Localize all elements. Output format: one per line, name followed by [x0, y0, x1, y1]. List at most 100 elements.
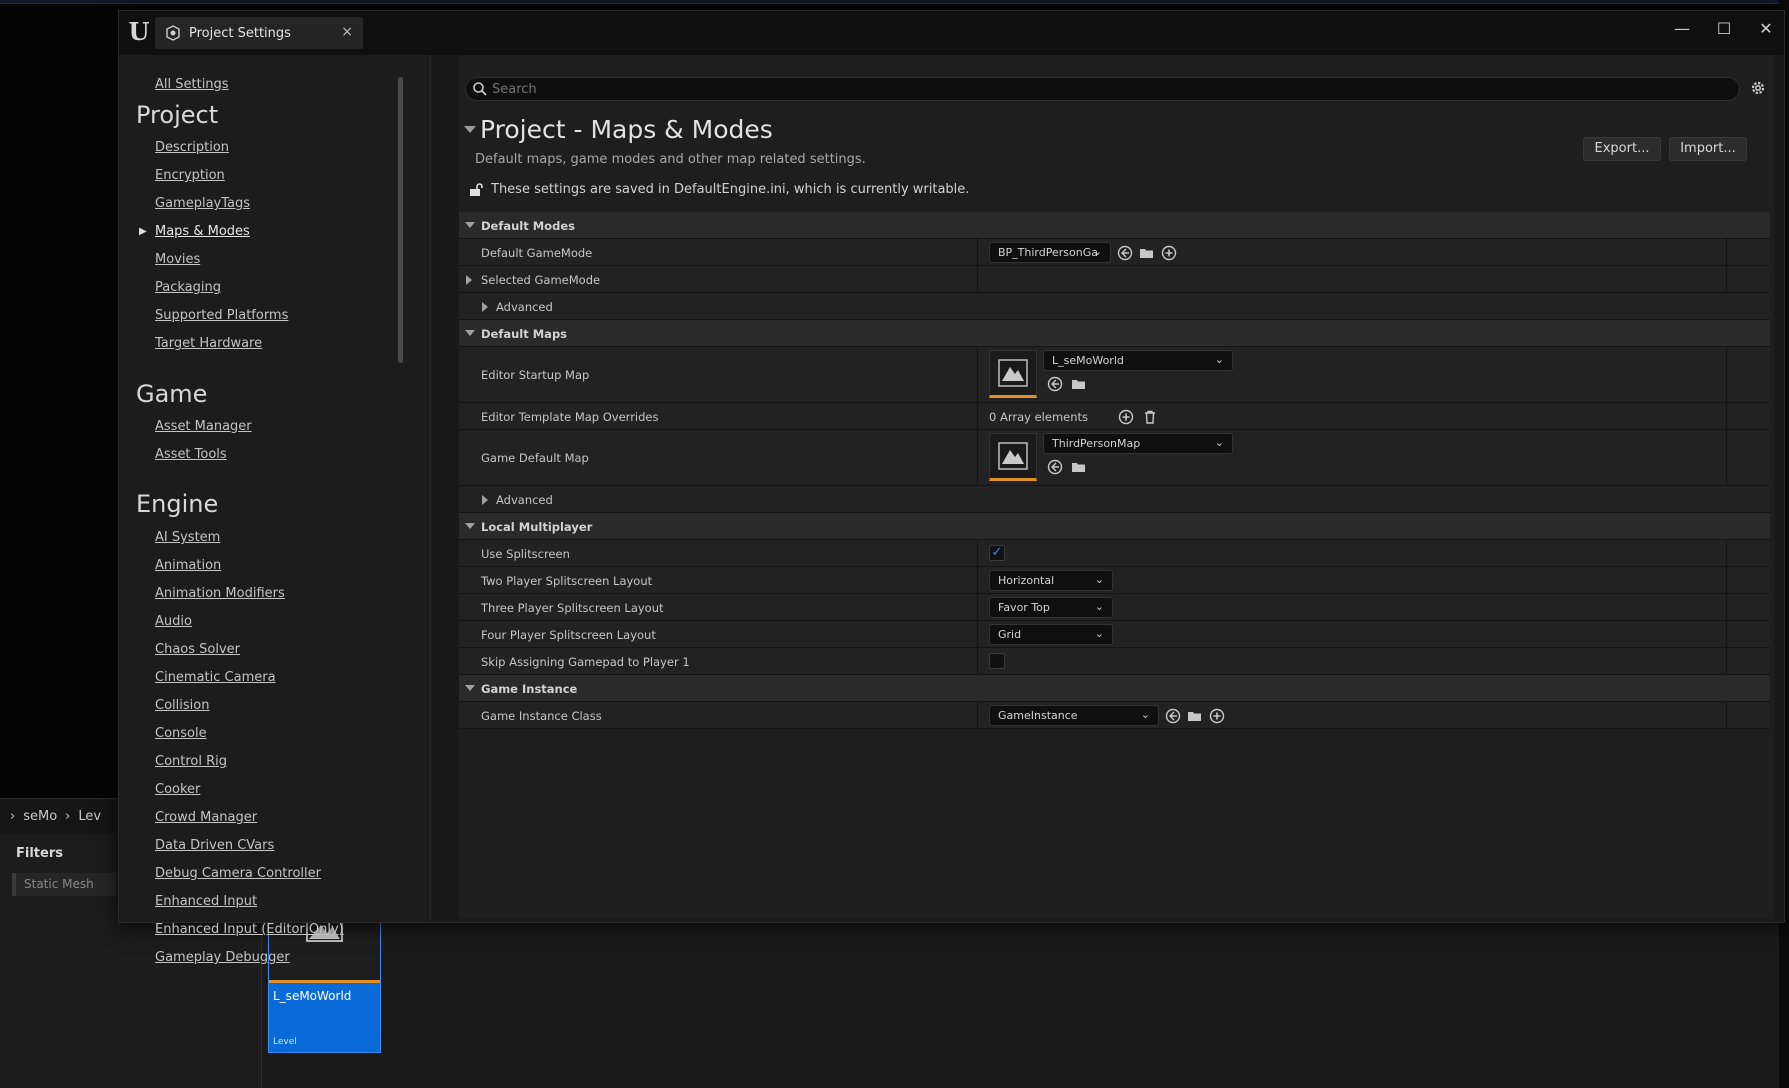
row-selected-gamemode[interactable]: Selected GameMode	[459, 266, 1770, 293]
breadcrumb-item[interactable]: Lev	[78, 809, 101, 824]
chevron-down-icon: ⌄	[1094, 600, 1104, 613]
tab-project-settings[interactable]: Project Settings ×	[155, 17, 363, 49]
sidebar-item-gameplay-debugger[interactable]: Gameplay Debugger	[155, 950, 290, 965]
add-icon[interactable]	[1161, 245, 1177, 261]
category-default-maps[interactable]: Default Maps	[459, 320, 1770, 347]
sidebar-item-animation-modifiers[interactable]: Animation Modifiers	[155, 586, 285, 601]
browse-folder-icon[interactable]	[1187, 708, 1203, 724]
breadcrumb-item[interactable]: seMo	[23, 809, 57, 824]
use-selected-icon[interactable]	[1047, 376, 1063, 392]
sidebar-item-supported-platforms[interactable]: Supported Platforms	[155, 308, 288, 323]
title-bar[interactable]: U Project Settings × — ☐ ✕	[119, 11, 1784, 55]
map-thumbnail-icon[interactable]	[989, 433, 1037, 481]
minimize-icon[interactable]: —	[1674, 19, 1690, 38]
sidebar-item-chaos-solver[interactable]: Chaos Solver	[155, 642, 240, 657]
row-label: Game Instance Class	[481, 709, 602, 723]
browse-folder-icon[interactable]	[1139, 245, 1155, 261]
writable-text: These settings are saved in DefaultEngin…	[491, 182, 970, 197]
sidebar-item-asset-manager[interactable]: Asset Manager	[155, 419, 252, 434]
sidebar-item-gameplaytags[interactable]: GameplayTags	[155, 196, 250, 211]
sidebar-item-audio[interactable]: Audio	[155, 614, 192, 629]
chevron-down-icon: ⌄	[1140, 708, 1150, 721]
value-cell	[989, 653, 1005, 669]
use-selected-icon[interactable]	[1047, 459, 1063, 475]
row-skip-gamepad: Skip Assigning Gamepad to Player 1	[459, 648, 1770, 675]
sidebar-scrollbar[interactable]	[398, 77, 403, 363]
sidebar-item-control-rig[interactable]: Control Rig	[155, 754, 227, 769]
close-window-icon[interactable]: ✕	[1758, 19, 1774, 38]
game-default-map-combo[interactable]: ThirdPersonMap ⌄	[1043, 433, 1233, 454]
four-player-layout-combo[interactable]: Grid ⌄	[989, 624, 1113, 645]
sidebar-item-encryption[interactable]: Encryption	[155, 168, 225, 183]
sidebar-item-packaging[interactable]: Packaging	[155, 280, 221, 295]
row-label: Use Splitscreen	[481, 547, 570, 561]
browse-folder-icon[interactable]	[1071, 459, 1087, 475]
sidebar-item-description[interactable]: Description	[155, 140, 229, 155]
close-tab-icon[interactable]: ×	[341, 24, 353, 40]
search-box[interactable]	[465, 77, 1740, 101]
category-label: Default Modes	[481, 219, 575, 233]
collapse-arrow-icon[interactable]	[465, 523, 475, 529]
three-player-layout-combo[interactable]: Favor Top ⌄	[989, 597, 1113, 618]
row-advanced-maps[interactable]: Advanced	[459, 486, 1770, 513]
filters-title: Filters	[16, 846, 63, 861]
category-game-instance[interactable]: Game Instance	[459, 675, 1770, 702]
category-label: Game Instance	[481, 682, 578, 696]
sidebar-item-asset-tools[interactable]: Asset Tools	[155, 447, 227, 462]
add-element-icon[interactable]	[1118, 409, 1134, 425]
import-button[interactable]: Import...	[1669, 137, 1747, 161]
expand-arrow-icon[interactable]	[466, 275, 472, 285]
value-cell: Favor Top ⌄	[989, 597, 1113, 618]
use-selected-icon[interactable]	[1165, 708, 1181, 724]
collapse-arrow-icon[interactable]	[465, 330, 475, 336]
skip-gamepad-checkbox[interactable]	[989, 653, 1005, 669]
sidebar-item-enhanced-input[interactable]: Enhanced Input	[155, 894, 257, 909]
trash-icon[interactable]	[1142, 409, 1158, 425]
sidebar-item-data-driven-cvars[interactable]: Data Driven CVars	[155, 838, 274, 853]
row-advanced-modes[interactable]: Advanced	[459, 293, 1770, 320]
sidebar-item-movies[interactable]: Movies	[155, 252, 200, 267]
export-button[interactable]: Export...	[1583, 137, 1661, 161]
project-settings-window: U Project Settings × — ☐ ✕ All Settings …	[118, 10, 1785, 965]
use-splitscreen-checkbox[interactable]: ✓	[989, 545, 1005, 561]
game-instance-class-combo[interactable]: GameInstance ⌄	[989, 705, 1159, 726]
breadcrumb: › seMo › Lev	[0, 800, 120, 833]
chevron-right-icon[interactable]: ›	[10, 809, 15, 824]
collapse-title-icon[interactable]	[464, 126, 476, 133]
use-selected-icon[interactable]	[1117, 245, 1133, 261]
category-default-modes[interactable]: Default Modes	[459, 212, 1770, 239]
category-local-multiplayer[interactable]: Local Multiplayer	[459, 513, 1770, 540]
collapse-arrow-icon[interactable]	[465, 222, 475, 228]
expand-arrow-icon[interactable]	[482, 302, 488, 312]
row-label: Advanced	[496, 300, 553, 314]
sidebar-item-maps-modes[interactable]: Maps & Modes	[155, 224, 250, 239]
sidebar-item-cooker[interactable]: Cooker	[155, 782, 200, 797]
sidebar-item-animation[interactable]: Animation	[155, 558, 221, 573]
map-thumbnail-icon[interactable]	[989, 350, 1037, 398]
collapse-arrow-icon[interactable]	[465, 685, 475, 691]
sidebar-item-cinematic-camera[interactable]: Cinematic Camera	[155, 670, 276, 685]
asset-tile[interactable]: L_seMoWorld Level	[268, 919, 381, 1053]
search-icon	[473, 82, 487, 96]
category-label: Default Maps	[481, 327, 568, 341]
default-gamemode-combo[interactable]: BP_ThirdPersonGa ⌄	[989, 242, 1111, 263]
sidebar-item-console[interactable]: Console	[155, 726, 207, 741]
sidebar-heading-engine: Engine	[136, 490, 219, 518]
sidebar-item-ai-system[interactable]: AI System	[155, 530, 220, 545]
sidebar-item-collision[interactable]: Collision	[155, 698, 209, 713]
sidebar-item-all-settings[interactable]: All Settings	[155, 77, 229, 92]
search-input[interactable]	[492, 80, 1722, 98]
two-player-layout-combo[interactable]: Horizontal ⌄	[989, 570, 1113, 591]
sidebar-item-enhanced-input-editor[interactable]: Enhanced Input (Editor Only)	[155, 922, 344, 937]
sidebar-item-target-hardware[interactable]: Target Hardware	[155, 336, 262, 351]
gear-icon[interactable]	[1749, 79, 1767, 97]
expand-arrow-icon[interactable]	[482, 495, 488, 505]
value-cell: BP_ThirdPersonGa ⌄	[989, 242, 1177, 263]
sidebar-item-crowd-manager[interactable]: Crowd Manager	[155, 810, 257, 825]
sidebar-item-debug-camera-controller[interactable]: Debug Camera Controller	[155, 866, 321, 881]
filter-item-static-mesh[interactable]: Static Mesh	[12, 873, 116, 896]
add-icon[interactable]	[1209, 708, 1225, 724]
maximize-icon[interactable]: ☐	[1716, 19, 1732, 38]
browse-folder-icon[interactable]	[1071, 376, 1087, 392]
editor-startup-map-combo[interactable]: L_seMoWorld ⌄	[1043, 350, 1233, 371]
